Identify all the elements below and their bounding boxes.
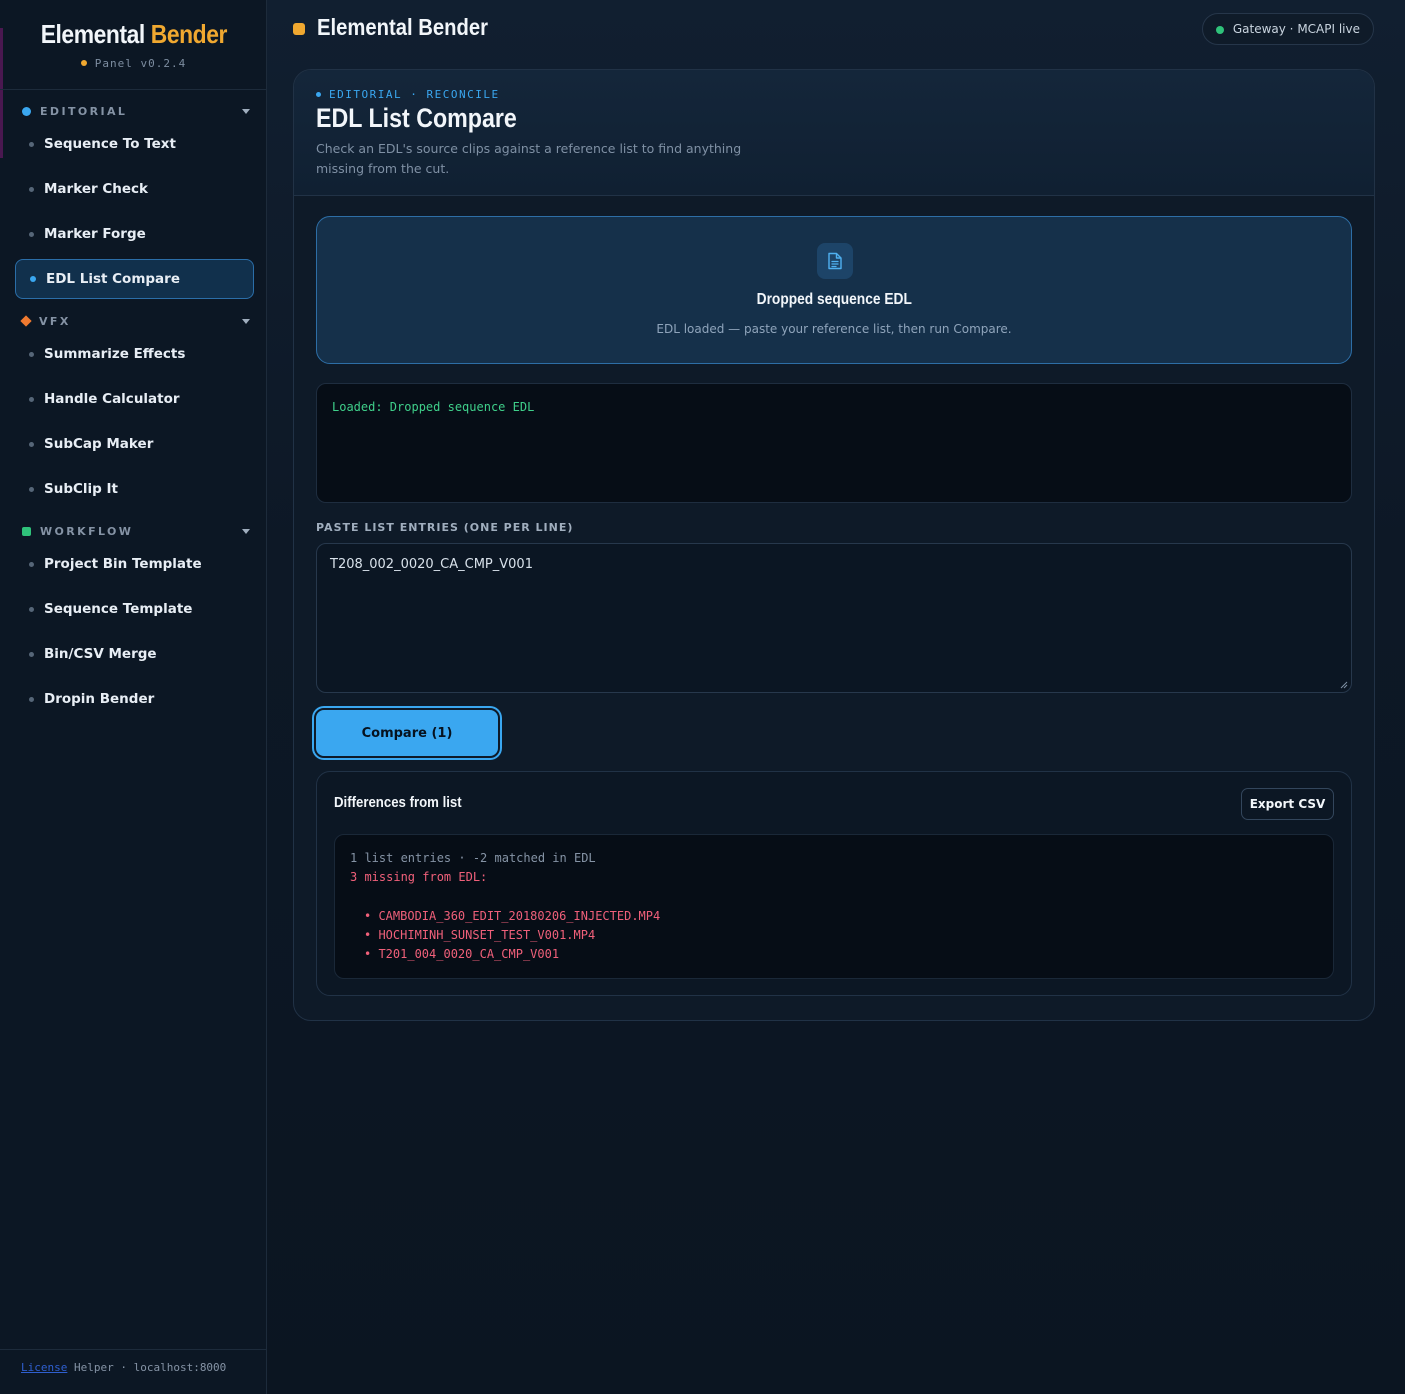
card-header: EDITORIAL · RECONCILE EDL List Compare C… (294, 70, 1374, 196)
sidebar-item-label: Sequence Template (44, 601, 193, 617)
bullet-icon (29, 351, 34, 357)
bullet-icon (29, 441, 34, 447)
sidebar-item-subcap-maker[interactable]: SubCap Maker (15, 424, 254, 464)
sidebar-item-marker-forge[interactable]: Marker Forge (15, 214, 254, 254)
missing-item-text: HOCHIMINH_SUNSET_TEST_V001.MP4 (378, 927, 596, 942)
bullet-icon (29, 651, 34, 657)
export-csv-button[interactable]: Export CSV (1241, 788, 1334, 820)
dropzone-subtitle: EDL loaded — paste your reference list, … (656, 322, 1012, 336)
missing-item: • T201_004_0020_CA_CMP_V001 (364, 947, 560, 961)
sidebar-item-bin-csv-merge[interactable]: Bin/CSV Merge (15, 634, 254, 674)
breadcrumb: EDITORIAL · RECONCILE (316, 88, 500, 101)
divider (0, 1349, 266, 1350)
main-content: Elemental Bender Gateway · MCAPI live ED… (267, 0, 1405, 1394)
missing-header: 3 missing from EDL: (350, 870, 488, 885)
status-dot-icon (1215, 26, 1224, 34)
section-label: WORKFLOW (40, 524, 134, 538)
section-vfx[interactable]: VFX (20, 311, 252, 331)
circle-icon (22, 106, 31, 116)
section-workflow[interactable]: WORKFLOW (22, 521, 252, 541)
page-title: EDL List Compare (316, 103, 517, 133)
edl-dropzone[interactable]: Dropped sequence EDL EDL loaded — paste … (316, 216, 1352, 364)
diamond-icon (20, 315, 32, 327)
compare-button[interactable]: Compare (1) (314, 708, 500, 758)
chevron-down-icon[interactable] (242, 318, 250, 324)
brand-title: Elemental Bender (40, 16, 227, 52)
document-icon (817, 243, 853, 279)
dropzone-title-text: Dropped sequence EDL (756, 291, 912, 308)
sidebar: Elemental Bender Panel v0.2.4 EDITORIAL … (0, 0, 267, 1394)
results-summary: 1 list entries · -2 matched in EDL (350, 851, 596, 865)
brand-name: Elemental (40, 19, 145, 49)
sidebar-item-sequence-to-text[interactable]: Sequence To Text (15, 124, 254, 164)
tool-card: EDITORIAL · RECONCILE EDL List Compare C… (293, 69, 1375, 1021)
bullet-icon (29, 606, 34, 612)
bullet-icon (29, 396, 34, 402)
section-label: EDITORIAL (40, 104, 128, 118)
differences-output: 1 list entries · -2 matched in EDL 3 mis… (334, 834, 1334, 979)
sidebar-footer: License Helper · localhost:8000 (21, 1361, 226, 1374)
bullet-icon (29, 141, 34, 147)
sidebar-item-label: Handle Calculator (44, 391, 180, 407)
sidebar-item-label: SubClip It (44, 481, 118, 497)
sidebar-item-summarize-effects[interactable]: Summarize Effects (15, 334, 254, 374)
brand-highlight: Bender (150, 19, 227, 49)
list-entries-label: PASTE LIST ENTRIES (ONE PER LINE) (316, 521, 574, 534)
bullet-icon (30, 276, 36, 282)
sidebar-item-label: Marker Forge (44, 226, 146, 242)
bullet-icon (29, 486, 34, 492)
sidebar-item-subclip-it[interactable]: SubClip It (15, 469, 254, 509)
divider (0, 89, 266, 90)
version-text: Panel v0.2.4 (94, 57, 187, 70)
square-icon (22, 526, 31, 536)
sidebar-item-sequence-template[interactable]: Sequence Template (15, 589, 254, 629)
app-square-icon (293, 23, 305, 35)
sidebar-item-label: EDL List Compare (46, 271, 180, 287)
app-title: Elemental Bender (317, 14, 488, 40)
resize-grip-icon[interactable] (1340, 681, 1348, 689)
list-entries-value: T208_002_0020_CA_CMP_V001 (330, 557, 533, 572)
sidebar-item-marker-check[interactable]: Marker Check (15, 169, 254, 209)
dropzone-title: Dropped sequence EDL (317, 291, 1351, 309)
missing-item-text: CAMBODIA_360_EDIT_20180206_INJECTED.MP4 (378, 908, 661, 923)
helper-status: Helper · localhost:8000 (73, 1361, 227, 1374)
differences-title: Differences from list (334, 794, 462, 811)
chevron-down-icon[interactable] (242, 108, 250, 114)
bullet-icon (29, 186, 34, 192)
bullet-icon (29, 561, 34, 567)
sidebar-item-label: SubCap Maker (44, 436, 154, 452)
sidebar-item-project-bin-template[interactable]: Project Bin Template (15, 544, 254, 584)
brand: Elemental Bender Panel v0.2.4 (0, 16, 267, 70)
sidebar-item-label: Sequence To Text (44, 136, 176, 152)
chevron-down-icon[interactable] (242, 528, 250, 534)
sidebar-item-label: Marker Check (44, 181, 148, 197)
sidebar-item-edl-list-compare[interactable]: EDL List Compare (15, 259, 254, 299)
list-entries-textarea[interactable]: T208_002_0020_CA_CMP_V001 (316, 543, 1352, 693)
bullet-icon (29, 231, 34, 237)
section-label: VFX (39, 314, 71, 328)
missing-item: • HOCHIMINH_SUNSET_TEST_V001.MP4 (364, 927, 596, 942)
gateway-status-badge: Gateway · MCAPI live (1201, 13, 1374, 45)
section-editorial[interactable]: EDITORIAL (22, 101, 252, 121)
gateway-status-text: Gateway · MCAPI live (1232, 22, 1360, 36)
bullet-icon (29, 696, 34, 702)
sidebar-item-handle-calculator[interactable]: Handle Calculator (15, 379, 254, 419)
breadcrumb-dot-icon (316, 92, 321, 97)
differences-panel: Differences from list Export CSV 1 list … (316, 771, 1352, 996)
sidebar-item-label: Summarize Effects (44, 346, 186, 362)
sidebar-item-label: Project Bin Template (44, 556, 202, 572)
sidebar-item-label: Dropin Bender (44, 691, 155, 707)
version-label: Panel v0.2.4 (0, 57, 267, 70)
sidebar-item-dropin-bender[interactable]: Dropin Bender (15, 679, 254, 719)
sidebar-item-label: Bin/CSV Merge (44, 646, 157, 662)
page-description: Check an EDL's source clips against a re… (316, 141, 742, 176)
version-dot-icon (80, 60, 87, 66)
missing-item: • CAMBODIA_360_EDIT_20180206_INJECTED.MP… (364, 908, 661, 923)
status-log: Loaded: Dropped sequence EDL (316, 383, 1352, 503)
missing-item-text: T201_004_0020_CA_CMP_V001 (378, 947, 560, 961)
license-link[interactable]: License (21, 1361, 67, 1374)
breadcrumb-text: EDITORIAL · RECONCILE (329, 88, 500, 101)
